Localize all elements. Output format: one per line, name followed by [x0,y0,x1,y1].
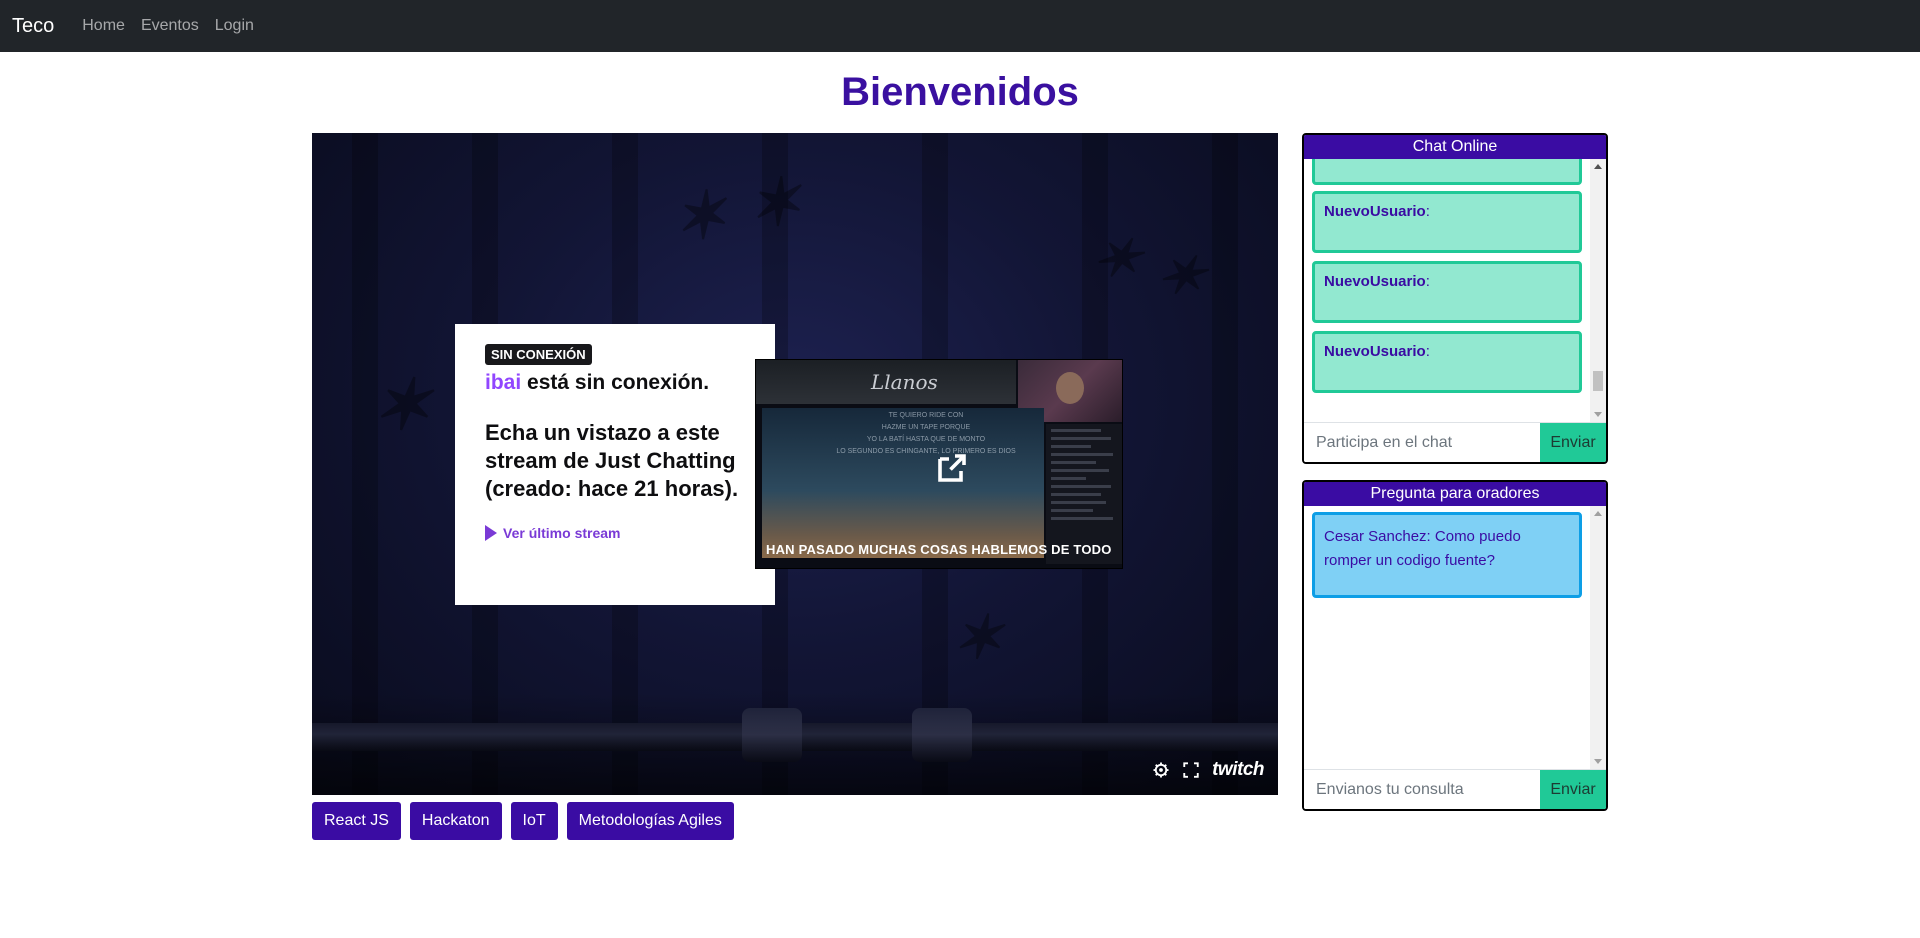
questions-list[interactable]: Cesar Sanchez: Como puedo romper un codi… [1304,506,1606,769]
nav-link-home[interactable]: Home [82,17,125,35]
top-navbar: Teco Home Eventos Login [0,0,1920,52]
play-icon [485,525,497,541]
chat-message: NuevoUsuario: [1312,191,1582,253]
chat-username: NuevoUsuario [1324,203,1426,220]
topic-tags: React JS Hackaton IoT Metodologías Agile… [312,802,743,840]
gear-icon[interactable] [1152,761,1170,779]
chat-message [1312,159,1582,185]
background-graffiti: ✶ [952,603,1003,673]
tag-iot[interactable]: IoT [510,802,558,840]
offline-title: ibai está sin conexión. [485,371,745,395]
question-send-button[interactable]: Enviar [1540,770,1606,809]
thumbnail-caption: HAN PASADO MUCHAS COSAS HABLEMOS DE TODO [766,542,1112,557]
offline-badge: SIN CONEXIÓN [485,344,592,365]
scroll-thumb[interactable] [1593,371,1603,391]
chat-input-row: Enviar [1304,422,1606,462]
last-stream-thumbnail[interactable]: Llanos TE QUIERO RIDE CON HAZME UN TAPE … [755,359,1123,569]
questions-scrollbar[interactable] [1590,506,1606,769]
scroll-up-icon[interactable] [1594,164,1602,169]
last-stream-label: Ver último stream [503,525,621,541]
questions-header: Pregunta para oradores [1304,482,1606,506]
tag-hackaton[interactable]: Hackaton [409,802,502,840]
offline-title-text: está sin conexión. [521,371,710,394]
thumbnail-lyrics: TE QUIERO RIDE CON HAZME UN TAPE PORQUE … [836,412,1016,455]
scroll-down-icon[interactable] [1594,759,1602,764]
page-title: Bienvenidos [841,70,1079,114]
chat-message: NuevoUsuario: [1312,331,1582,393]
scroll-down-icon[interactable] [1594,412,1602,417]
thumbnail-logo: Llanos [871,370,938,394]
chat-header: Chat Online [1304,135,1606,159]
chat-panel: Chat Online NuevoUsuario: NuevoUsuario: … [1302,133,1608,464]
chat-scrollbar[interactable] [1590,159,1606,422]
channel-name[interactable]: ibai [485,371,521,394]
bottom-gradient [312,693,1278,795]
chat-username: NuevoUsuario [1324,343,1426,360]
offline-card: SIN CONEXIÓN ibai está sin conexión. Ech… [455,324,775,605]
twitch-logo[interactable]: twitch [1212,759,1264,781]
external-link-icon [938,454,966,482]
chat-send-button[interactable]: Enviar [1540,423,1606,462]
fullscreen-icon[interactable] [1182,761,1200,779]
nav-link-login[interactable]: Login [215,17,254,35]
question-item: Cesar Sanchez: Como puedo romper un codi… [1312,512,1582,598]
chat-username: NuevoUsuario [1324,273,1426,290]
tag-react-js[interactable]: React JS [312,802,401,840]
chat-messages[interactable]: NuevoUsuario: NuevoUsuario: NuevoUsuario… [1304,159,1606,422]
question-input-row: Enviar [1304,769,1606,809]
question-input[interactable] [1304,770,1540,809]
thumbnail-banner: Llanos [756,360,1016,404]
chat-message: NuevoUsuario: [1312,261,1582,323]
offline-message: Echa un vistazo a este stream de Just Ch… [485,420,739,501]
last-stream-link[interactable]: Ver último stream [485,525,745,541]
twitch-player[interactable]: ✶ ✶ ✶ ✶ ✶ ✶ SIN CONEXIÓN ibai está sin c… [312,133,1278,795]
player-controls: twitch [1140,759,1264,781]
tag-metodologias-agiles[interactable]: Metodologías Agiles [566,802,734,840]
background-graffiti: ✶ [372,363,431,446]
questions-panel: Pregunta para oradores Cesar Sanchez: Co… [1302,480,1608,811]
brand-logo[interactable]: Teco [12,15,54,38]
chat-input[interactable] [1304,423,1540,462]
scroll-up-icon[interactable] [1594,511,1602,516]
nav-link-eventos[interactable]: Eventos [141,17,199,35]
